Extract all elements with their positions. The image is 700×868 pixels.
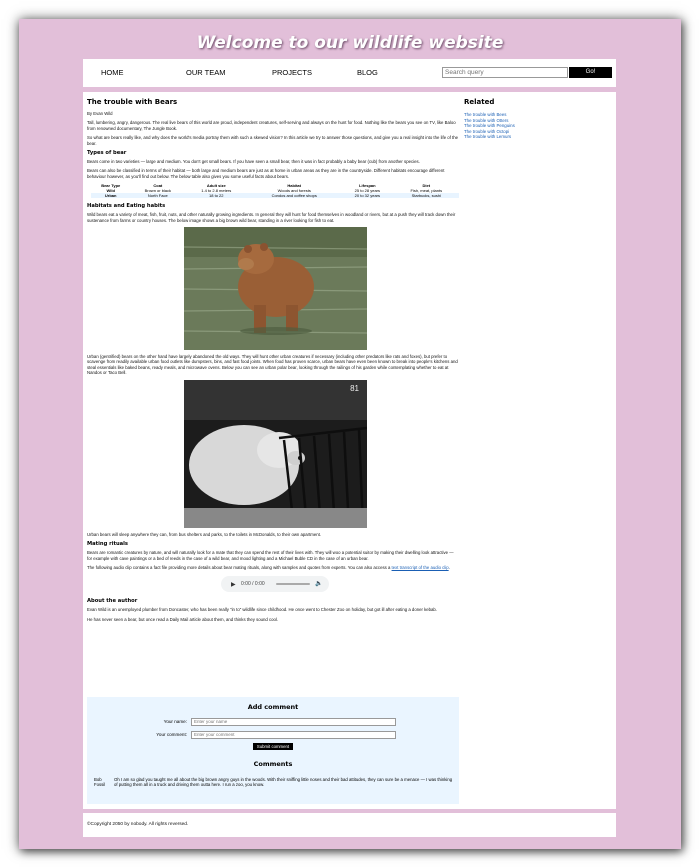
table-cell: Condos and coffee shops <box>247 193 342 199</box>
table-cell: 18 to 22 <box>185 193 248 199</box>
comment-label: Your comment: <box>156 732 187 737</box>
habitats-heading: Habitats and Eating habits <box>87 203 166 210</box>
name-input[interactable] <box>191 718 396 726</box>
about-paragraph-2: He has never seen a bear, but once read … <box>87 616 279 622</box>
comment-author: Bob Fossil <box>94 777 106 788</box>
copyright-text: ©Copyright 2050 by nobody. All rights re… <box>87 822 189 827</box>
main-content: The trouble with Bears By Evan Wild Tall… <box>83 92 616 809</box>
name-label: Your name: <box>163 719 187 724</box>
play-icon[interactable]: ▶ <box>231 581 236 588</box>
site-title: Welcome to our wildlife website <box>196 33 504 53</box>
nav-item-home[interactable]: HOME <box>101 68 124 77</box>
volume-icon[interactable]: 🔈 <box>315 580 322 587</box>
types-paragraph-2: Bears can also be classified in terms of… <box>87 168 445 179</box>
table-row: Urban North Face 18 to 22 Condos and cof… <box>91 193 459 199</box>
brown-bear-photo <box>184 227 367 351</box>
photo-overlay-number: 81 <box>350 383 359 393</box>
nav-item-our-team[interactable]: OUR TEAM <box>186 68 225 77</box>
search-input[interactable] <box>442 67 568 78</box>
nav-item-blog[interactable]: BLOG <box>357 68 378 77</box>
article-title: The trouble with Bears <box>87 98 178 106</box>
habitats-paragraph-1: Wild bears eat a variety of meat, fish, … <box>87 212 456 223</box>
page-frame: Welcome to our wildlife website HOME OUR… <box>19 19 681 849</box>
table-cell: Starbucks, sushi <box>393 193 459 199</box>
table-cell: North Face <box>130 193 186 199</box>
intro-paragraph-1: Tall, lumbering, angry, dangerous. The r… <box>87 120 456 131</box>
polar-bear-image <box>184 379 367 528</box>
about-paragraph-1: Evan Wild is an unemployed plumber from … <box>87 607 438 613</box>
mating-paragraph-2-end: . <box>448 564 450 570</box>
types-paragraph-1: Bears come in two varieties — large and … <box>87 159 420 165</box>
comments-title: Comments <box>253 760 293 768</box>
submit-comment-button[interactable]: Submit comment <box>253 743 293 750</box>
about-heading: About the author <box>87 598 138 605</box>
sidebar-title: Related <box>464 98 495 106</box>
mating-paragraph-1: Bears are romantic creatures by nature, … <box>87 550 454 561</box>
footer: ©Copyright 2050 by nobody. All rights re… <box>83 813 616 837</box>
comment-text: Oh I am so glad you taught me all about … <box>114 777 453 788</box>
main-nav: HOME OUR TEAM PROJECTS BLOG Go! <box>83 59 616 87</box>
table-cell: Urban <box>91 193 131 199</box>
nav-item-projects[interactable]: PROJECTS <box>272 68 312 77</box>
audio-progress-bar[interactable] <box>276 583 310 586</box>
add-comment-title: Add comment <box>247 703 299 711</box>
mating-paragraph-2-text: The following audio clip contains a fact… <box>87 564 392 570</box>
brown-bear-image <box>184 227 367 351</box>
byline: By Evan Wild <box>87 111 113 116</box>
transcript-link[interactable]: text transcript of the audio clip <box>392 565 449 570</box>
table-cell: 20 to 32 years <box>341 193 394 199</box>
related-link-lemurs[interactable]: The trouble with Lemurs <box>464 134 604 140</box>
comment-input[interactable] <box>191 731 396 739</box>
urban-sleep-paragraph: Urban bears will sleep anywhere they can… <box>87 531 322 537</box>
mating-paragraph-2: The following audio clip contains a fact… <box>87 565 459 570</box>
article: The trouble with Bears By Evan Wild Tall… <box>87 98 459 626</box>
types-heading: Types of bear <box>87 150 127 157</box>
bear-facts-table: Bear Type Coat Adult size Habitat Lifesp… <box>91 183 459 199</box>
intro-paragraph-2: So what are bears really like, and why d… <box>87 135 459 146</box>
polar-bear-photo: 81 <box>184 379 367 528</box>
audio-player[interactable]: ▶ 0:00 / 0:00 🔈 <box>221 576 329 593</box>
search-button[interactable]: Go! <box>569 67 612 78</box>
habitats-paragraph-2: Urban (gentrified) bears on the other ha… <box>87 354 458 376</box>
sidebar: Related The trouble with Bees The troubl… <box>464 98 604 140</box>
audio-time: 0:00 / 0:00 <box>241 581 265 588</box>
comment-section: Add comment Your name: Your comment: Sub… <box>87 697 459 804</box>
mating-heading: Mating rituals <box>87 541 129 548</box>
